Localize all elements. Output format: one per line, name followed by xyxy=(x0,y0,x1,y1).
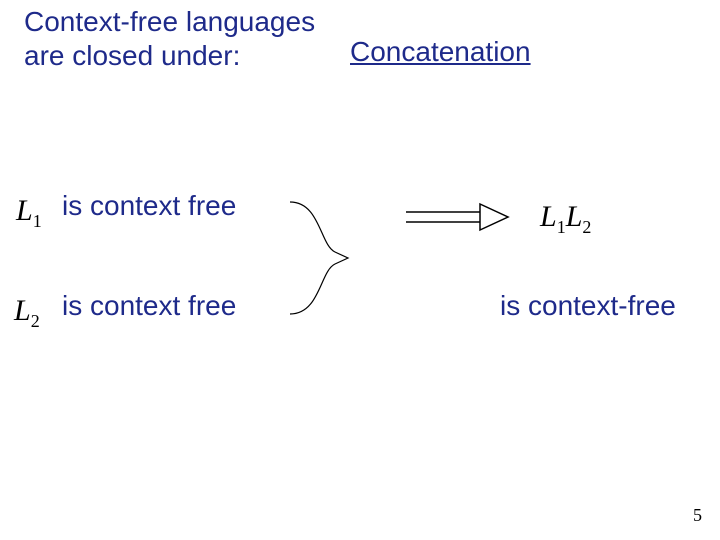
result-text: is context-free xyxy=(500,290,676,322)
l1l2-sub2: 2 xyxy=(582,217,591,237)
slide: Context-free languages are closed under:… xyxy=(0,0,720,540)
header-line-1: Context-free languages xyxy=(24,6,315,38)
header-line-2: are closed under: xyxy=(24,40,240,72)
l2-text: is context free xyxy=(62,290,236,322)
l1l2-base2: L xyxy=(566,200,583,233)
l2-base: L xyxy=(14,294,31,327)
curly-brace-icon xyxy=(280,190,400,330)
l1-symbol: L1 xyxy=(16,194,42,232)
header-operation: Concatenation xyxy=(350,36,531,68)
l1l2-sub1: 1 xyxy=(557,217,566,237)
page-number: 5 xyxy=(693,505,702,526)
implies-arrow-icon xyxy=(400,198,520,238)
l1l2-base1: L xyxy=(540,200,557,233)
l2-sub: 2 xyxy=(31,311,40,331)
l2-symbol: L2 xyxy=(14,294,40,332)
l1l2-symbol: L1L2 xyxy=(540,200,591,238)
l1-sub: 1 xyxy=(33,211,42,231)
l1-base: L xyxy=(16,194,33,227)
l1-text: is context free xyxy=(62,190,236,222)
